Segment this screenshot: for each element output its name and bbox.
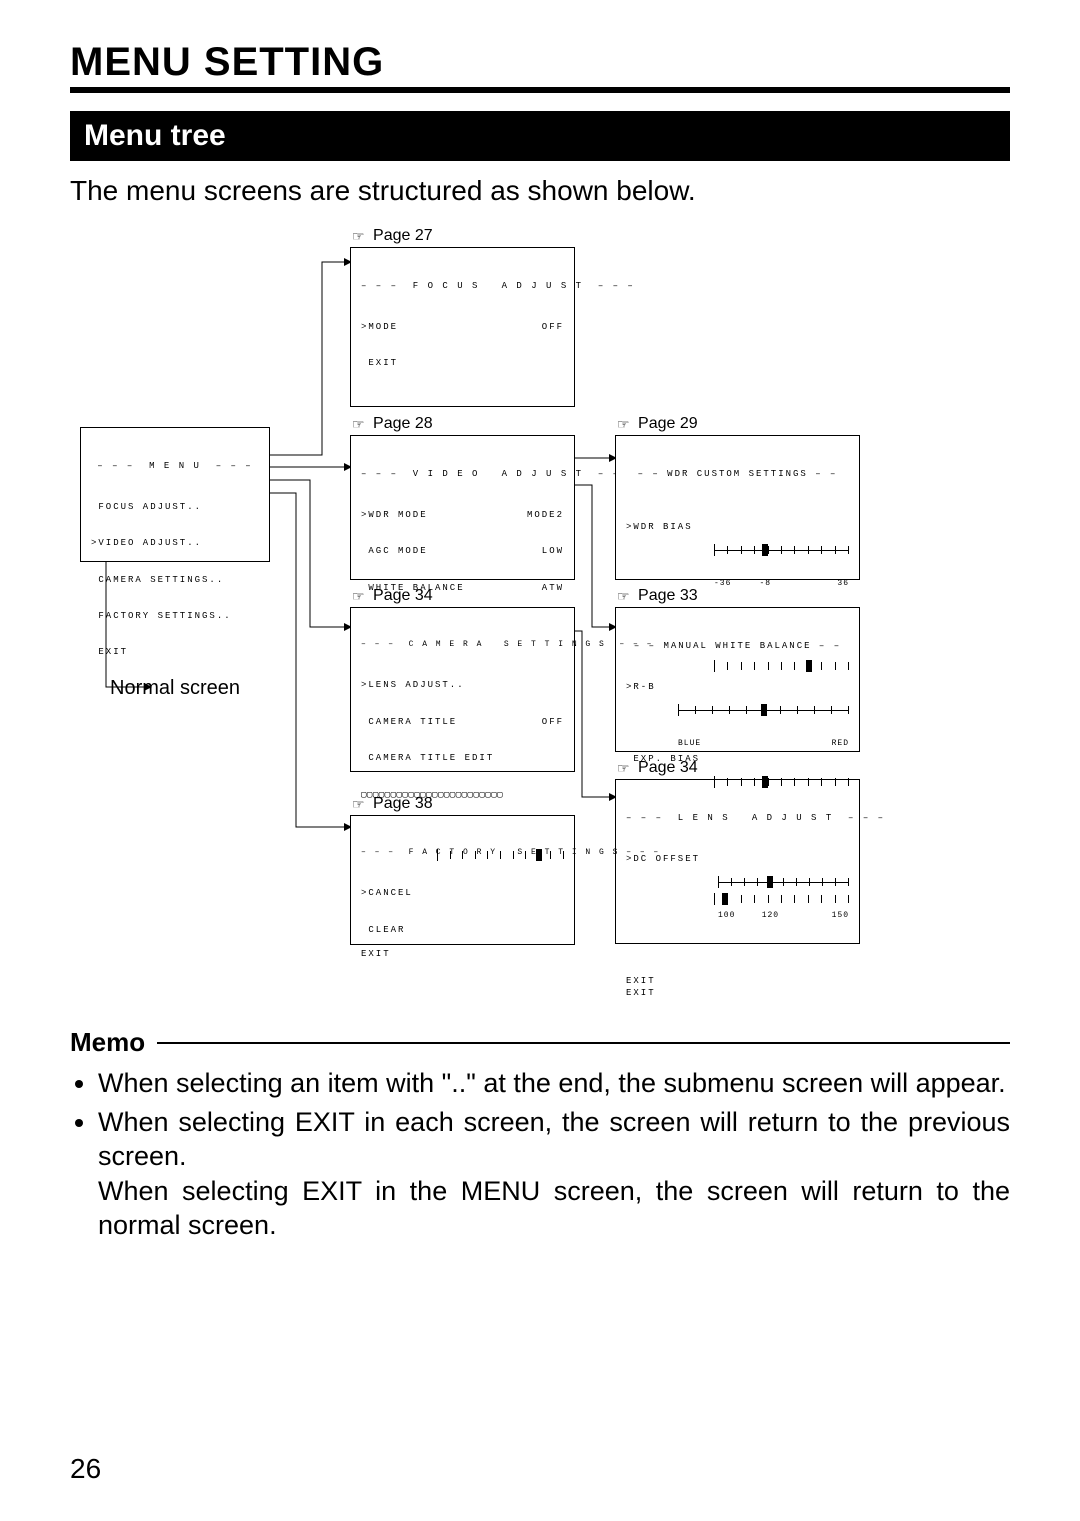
slider-row: >DC OFFSET 100120150: [626, 853, 849, 945]
document-page: MENU SETTING Menu tree The menu screens …: [0, 0, 1080, 1521]
pointer-icon: ☞: [352, 416, 365, 433]
menu-item: CAMERA SETTINGS..: [91, 574, 259, 586]
panel-focus-adjust: – – – F O C U S A D J U S T – – – >MODE …: [350, 247, 575, 407]
page-ref: ☞ Page 34: [617, 759, 698, 777]
page-number: 26: [70, 1453, 101, 1485]
menu-row: EXIT: [361, 357, 564, 369]
menu-item: FACTORY SETTINGS..: [91, 610, 259, 622]
menu-row: >WDR MODEMODE2: [361, 509, 564, 521]
intro-text: The menu screens are structured as shown…: [70, 175, 1010, 207]
menu-item: >VIDEO ADJUST..: [91, 537, 259, 549]
pointer-icon: ☞: [617, 416, 630, 433]
panel-manual-white-balance: – – MANUAL WHITE BALANCE – – >R-B BLUERE…: [615, 607, 860, 752]
pointer-icon: ☞: [617, 760, 630, 777]
pointer-icon: ☞: [352, 588, 365, 605]
panel-lens-adjust: – – – L E N S A D J U S T – – – >DC OFFS…: [615, 779, 860, 944]
section-heading: Menu tree: [70, 111, 1010, 161]
panel-title: – – WDR CUSTOM SETTINGS – –: [626, 468, 849, 480]
page-ref: ☞ Page 29: [617, 415, 698, 433]
menu-item: EXIT: [91, 646, 259, 658]
menu-row: >MODE OFF: [361, 321, 564, 333]
panel-title: – – – L E N S A D J U S T – – –: [626, 812, 849, 824]
menu-row: CLEAR: [361, 924, 564, 936]
memo-list: When selecting an item with ".." at the …: [98, 1066, 1010, 1243]
panel-title: – – – F O C U S A D J U S T – – –: [361, 280, 564, 292]
pointer-icon: ☞: [352, 228, 365, 245]
menu-row: AGC MODELOW: [361, 545, 564, 557]
menu-row: >CANCEL: [361, 887, 564, 899]
panel-title: – – – C A M E R A S E T T I N G S – – –: [361, 640, 564, 651]
normal-screen-label: Normal screen: [110, 677, 240, 700]
menu-row: EXIT: [626, 975, 849, 987]
menu-tree-diagram: – – – M E N U – – – FOCUS ADJUST.. >VIDE…: [70, 227, 1010, 1007]
pointer-icon: ☞: [352, 796, 365, 813]
memo-item: When selecting an item with ".." at the …: [98, 1066, 1010, 1101]
page-ref: ☞ Page 33: [617, 587, 698, 605]
page-ref: ☞ Page 38: [352, 795, 433, 813]
menu-row: >LENS ADJUST..: [361, 679, 564, 691]
menu-item: FOCUS ADJUST..: [91, 501, 259, 513]
page-title: MENU SETTING: [70, 40, 1010, 93]
pointer-icon: ☞: [617, 588, 630, 605]
page-ref: ☞ Page 34: [352, 587, 433, 605]
panel-main-menu: – – – M E N U – – – FOCUS ADJUST.. >VIDE…: [80, 427, 270, 562]
page-ref: ☞ Page 28: [352, 415, 433, 433]
menu-row: CAMERA TITLE EDIT: [361, 752, 564, 764]
panel-title: – – MANUAL WHITE BALANCE – –: [626, 640, 849, 652]
panel-wdr-settings: – – WDR CUSTOM SETTINGS – – >WDR BIAS -3…: [615, 435, 860, 580]
panel-video-adjust: – – – V I D E O A D J U S T – – – >WDR M…: [350, 435, 575, 580]
menu-row: CAMERA TITLEOFF: [361, 716, 564, 728]
page-ref: ☞ Page 27: [352, 227, 433, 245]
memo-divider: [157, 1042, 1010, 1044]
panel-title: – – – V I D E O A D J U S T – – –: [361, 468, 564, 480]
memo-section: Memo When selecting an item with ".." at…: [70, 1027, 1010, 1243]
panel-title: – – – M E N U – – –: [91, 460, 259, 472]
panel-camera-settings: – – – C A M E R A S E T T I N G S – – – …: [350, 607, 575, 772]
memo-item: When selecting EXIT in each screen, the …: [98, 1105, 1010, 1243]
memo-heading: Memo: [70, 1027, 145, 1058]
panel-factory-settings: – – – F A C T O R Y S E T T I N G S – – …: [350, 815, 575, 945]
